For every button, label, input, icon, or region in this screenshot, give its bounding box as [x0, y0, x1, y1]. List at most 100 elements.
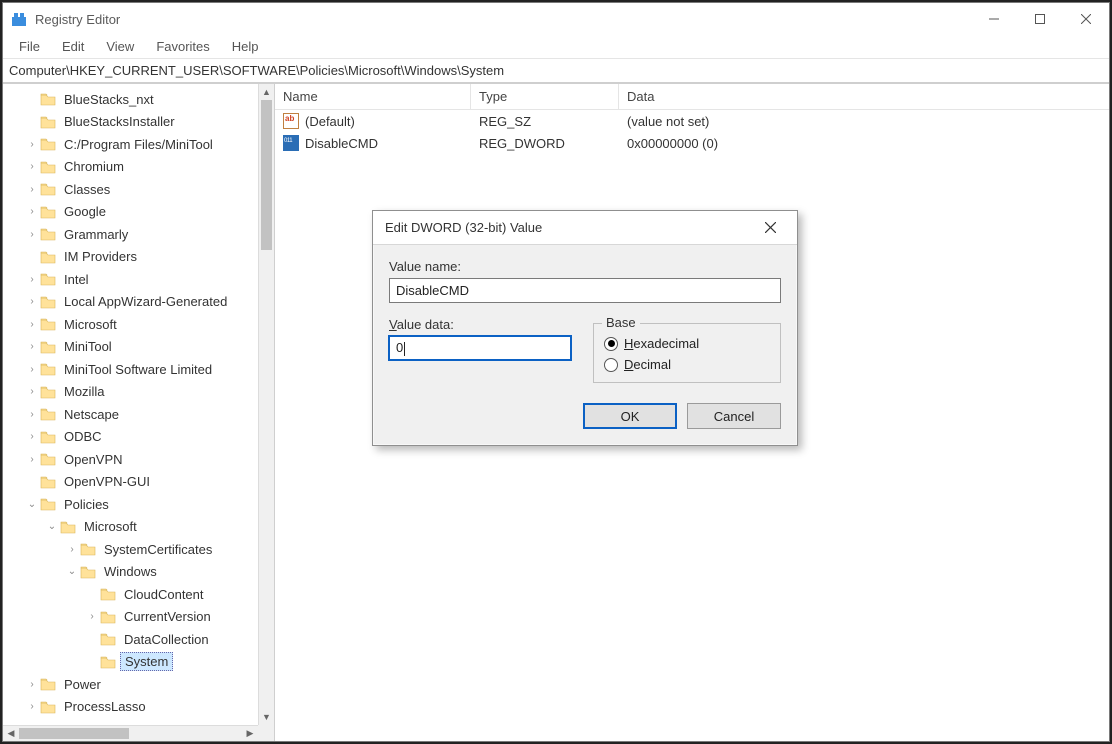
- value-type-icon: [283, 113, 299, 129]
- expander-icon[interactable]: ›: [25, 364, 39, 375]
- expander-icon[interactable]: ›: [25, 431, 39, 442]
- titlebar[interactable]: Registry Editor: [3, 3, 1109, 35]
- value-data-field[interactable]: 0: [389, 336, 571, 360]
- expander-icon[interactable]: ›: [25, 319, 39, 330]
- menu-file[interactable]: File: [9, 37, 50, 56]
- value-type: REG_DWORD: [471, 136, 619, 151]
- tree-item[interactable]: ›Netscape: [3, 403, 258, 426]
- cancel-button[interactable]: Cancel: [687, 403, 781, 429]
- tree-vertical-scrollbar[interactable]: ▲ ▼: [258, 84, 274, 725]
- expander-icon[interactable]: ›: [25, 341, 39, 352]
- expander-icon[interactable]: [25, 94, 39, 105]
- column-data[interactable]: Data: [619, 84, 1109, 109]
- tree-item[interactable]: ›C:/Program Files/MiniTool: [3, 133, 258, 156]
- menu-edit[interactable]: Edit: [52, 37, 94, 56]
- tree-item[interactable]: ›OpenVPN: [3, 448, 258, 471]
- scroll-track[interactable]: [19, 726, 242, 741]
- expander-icon[interactable]: ›: [25, 386, 39, 397]
- tree-item[interactable]: System: [3, 651, 258, 674]
- tree-item-label: BlueStacksInstaller: [60, 113, 179, 130]
- tree-item-label: Mozilla: [60, 383, 108, 400]
- address-bar[interactable]: Computer\HKEY_CURRENT_USER\SOFTWARE\Poli…: [3, 59, 1109, 83]
- expander-icon[interactable]: ⌄: [25, 499, 39, 510]
- values-header[interactable]: Name Type Data: [275, 84, 1109, 110]
- tree-item-label: DataCollection: [120, 631, 213, 648]
- tree-item[interactable]: ›Grammarly: [3, 223, 258, 246]
- expander-icon[interactable]: ›: [25, 274, 39, 285]
- tree-item[interactable]: DataCollection: [3, 628, 258, 651]
- expander-icon[interactable]: [85, 589, 99, 600]
- expander-icon[interactable]: ›: [25, 206, 39, 217]
- dialog-titlebar[interactable]: Edit DWORD (32-bit) Value: [373, 211, 797, 245]
- expander-icon[interactable]: ›: [65, 544, 79, 555]
- scroll-track[interactable]: [259, 100, 274, 709]
- menu-view[interactable]: View: [96, 37, 144, 56]
- expander-icon[interactable]: ›: [25, 161, 39, 172]
- tree-item[interactable]: IM Providers: [3, 246, 258, 269]
- dialog-close-button[interactable]: [755, 213, 785, 243]
- tree-item[interactable]: › Mozilla: [3, 381, 258, 404]
- scroll-right-arrow-icon[interactable]: ▶: [242, 726, 258, 741]
- tree-item[interactable]: BlueStacks_nxt: [3, 88, 258, 111]
- folder-icon: [40, 384, 56, 400]
- expander-icon[interactable]: ›: [85, 611, 99, 622]
- tree-item[interactable]: ›Local AppWizard-Generated: [3, 291, 258, 314]
- tree-item[interactable]: ›SystemCertificates: [3, 538, 258, 561]
- tree-item[interactable]: ⌄Policies: [3, 493, 258, 516]
- column-type[interactable]: Type: [471, 84, 619, 109]
- tree-horizontal-scrollbar[interactable]: ◀ ▶: [3, 725, 258, 741]
- tree-list[interactable]: BlueStacks_nxt BlueStacksInstaller ›C:/Pr…: [3, 84, 258, 725]
- folder-icon: [100, 654, 116, 670]
- expander-icon[interactable]: ⌄: [65, 566, 79, 577]
- expander-icon[interactable]: ›: [25, 229, 39, 240]
- tree-item[interactable]: ›Power: [3, 673, 258, 696]
- expander-icon[interactable]: [25, 116, 39, 127]
- tree-item[interactable]: ›Intel: [3, 268, 258, 291]
- tree-item[interactable]: OpenVPN-GUI: [3, 471, 258, 494]
- tree-item[interactable]: ›Google: [3, 201, 258, 224]
- column-name[interactable]: Name: [275, 84, 471, 109]
- base-groupbox: Base Hexadecimal Decimal: [593, 323, 781, 383]
- expander-icon[interactable]: ›: [25, 296, 39, 307]
- expander-icon[interactable]: [85, 656, 99, 667]
- scroll-down-arrow-icon[interactable]: ▼: [259, 709, 274, 725]
- expander-icon[interactable]: ›: [25, 701, 39, 712]
- tree-item[interactable]: ›Microsoft: [3, 313, 258, 336]
- tree-item[interactable]: ⌄Microsoft: [3, 516, 258, 539]
- expander-icon[interactable]: [85, 634, 99, 645]
- tree-item[interactable]: ›ProcessLasso: [3, 696, 258, 719]
- expander-icon[interactable]: ›: [25, 184, 39, 195]
- expander-icon[interactable]: ⌄: [45, 521, 59, 532]
- values-list[interactable]: (Default)REG_SZ(value not set)DisableCMD…: [275, 110, 1109, 154]
- tree-item[interactable]: CloudContent: [3, 583, 258, 606]
- expander-icon[interactable]: [25, 476, 39, 487]
- expander-icon[interactable]: ›: [25, 139, 39, 150]
- menu-favorites[interactable]: Favorites: [146, 37, 219, 56]
- value-name-field[interactable]: [389, 278, 781, 303]
- expander-icon[interactable]: ›: [25, 454, 39, 465]
- tree-item[interactable]: ›ODBC: [3, 426, 258, 449]
- tree-item[interactable]: ›CurrentVersion: [3, 606, 258, 629]
- scroll-up-arrow-icon[interactable]: ▲: [259, 84, 274, 100]
- ok-button[interactable]: OK: [583, 403, 677, 429]
- minimize-button[interactable]: [971, 3, 1017, 35]
- radio-hexadecimal[interactable]: Hexadecimal: [604, 336, 770, 351]
- value-row[interactable]: (Default)REG_SZ(value not set): [275, 110, 1109, 132]
- radio-decimal[interactable]: Decimal: [604, 357, 770, 372]
- expander-icon[interactable]: ›: [25, 679, 39, 690]
- tree-item[interactable]: BlueStacksInstaller: [3, 111, 258, 134]
- scroll-thumb[interactable]: [19, 728, 129, 739]
- tree-item[interactable]: ›Classes: [3, 178, 258, 201]
- tree-item[interactable]: ›MiniTool Software Limited: [3, 358, 258, 381]
- tree-item[interactable]: ⌄Windows: [3, 561, 258, 584]
- value-row[interactable]: DisableCMDREG_DWORD0x00000000 (0): [275, 132, 1109, 154]
- menu-help[interactable]: Help: [222, 37, 269, 56]
- close-button[interactable]: [1063, 3, 1109, 35]
- maximize-button[interactable]: [1017, 3, 1063, 35]
- tree-item[interactable]: ›Chromium: [3, 156, 258, 179]
- scroll-thumb[interactable]: [261, 100, 272, 250]
- expander-icon[interactable]: ›: [25, 409, 39, 420]
- scroll-left-arrow-icon[interactable]: ◀: [3, 726, 19, 741]
- tree-item[interactable]: ›MiniTool: [3, 336, 258, 359]
- expander-icon[interactable]: [25, 251, 39, 262]
